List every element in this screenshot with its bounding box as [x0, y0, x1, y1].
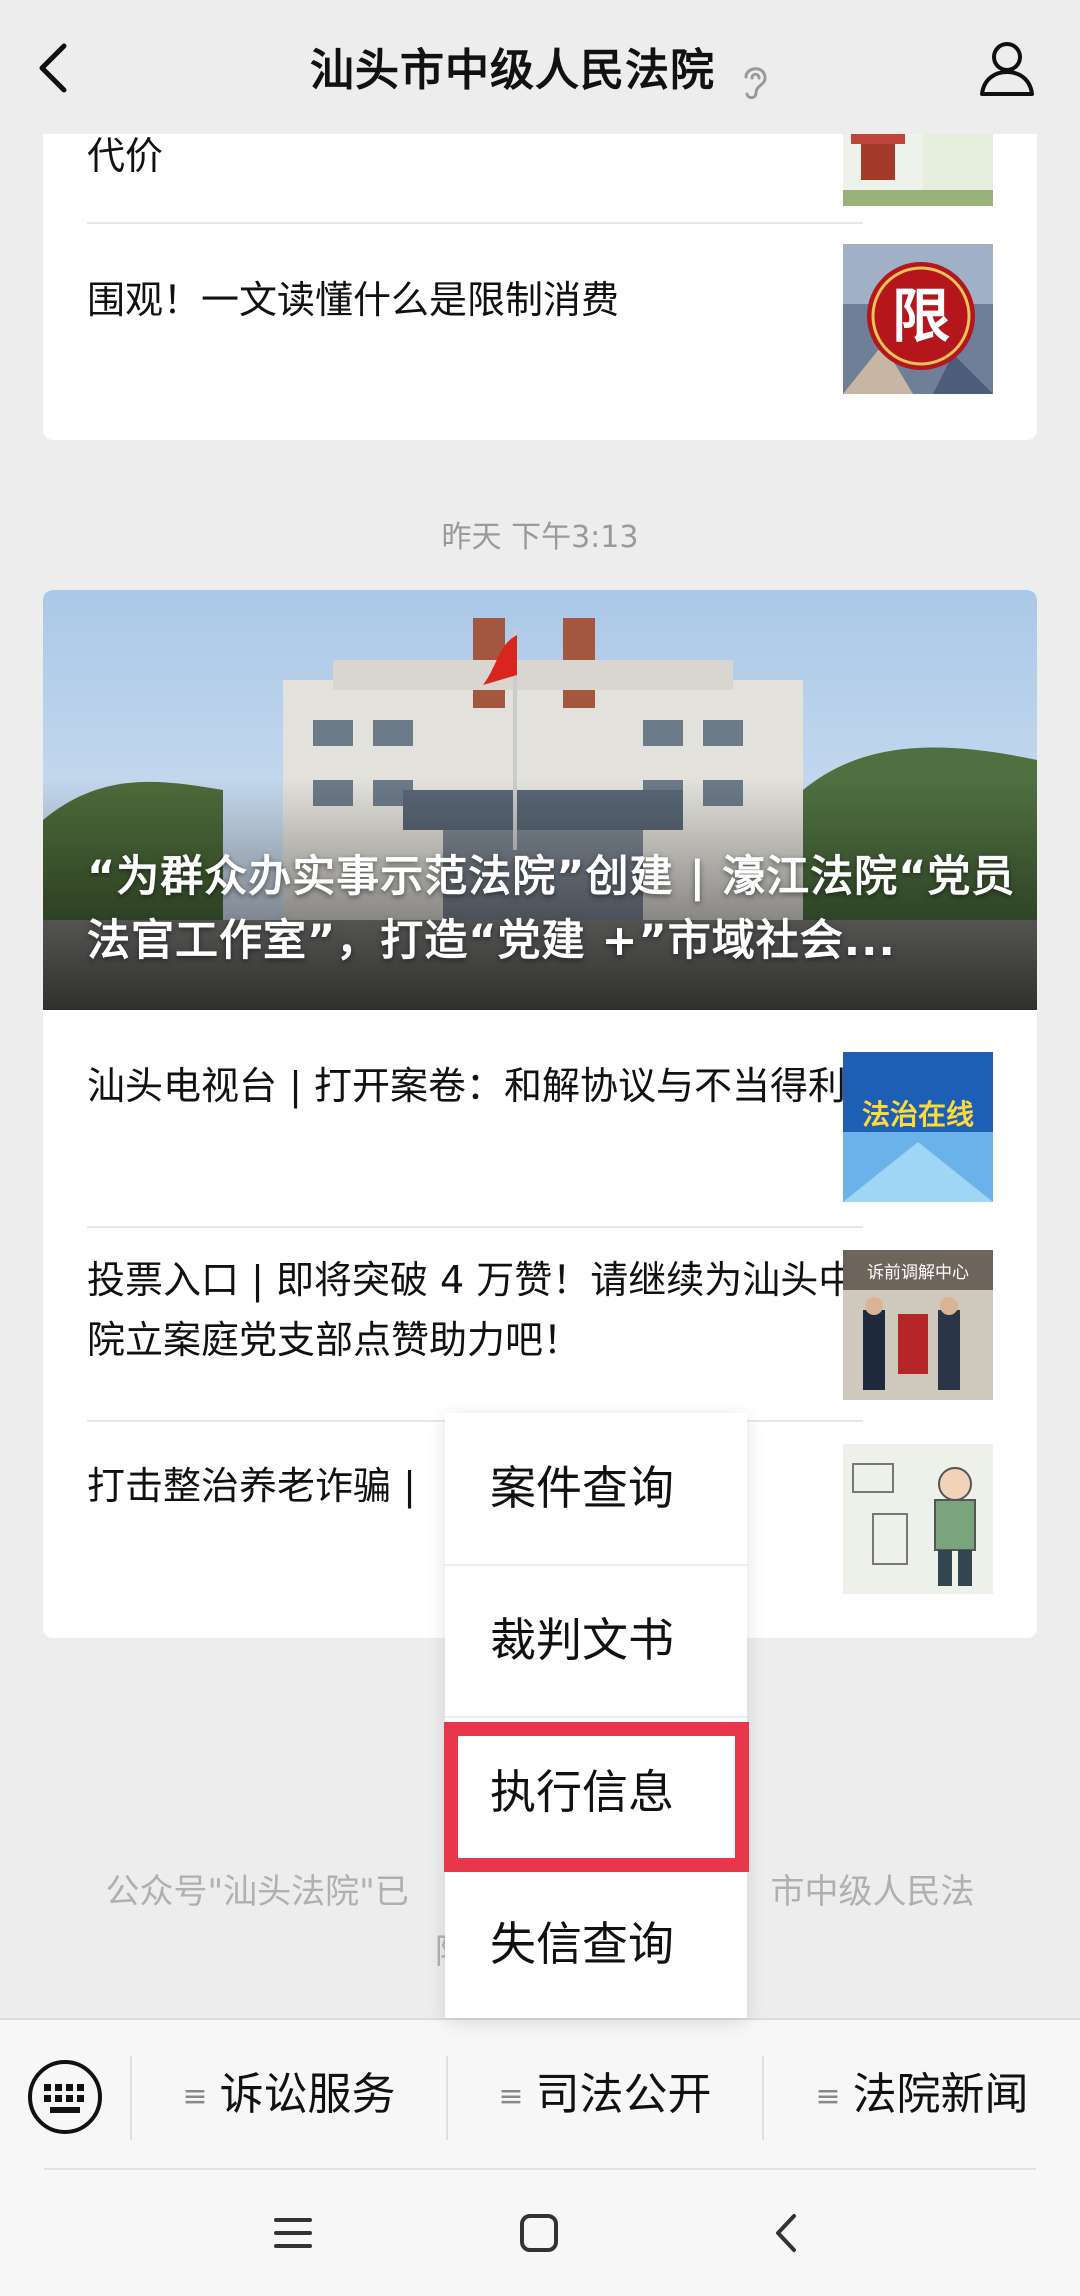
highlight-box	[444, 1722, 749, 1872]
thumbnail-text: 限	[892, 282, 950, 350]
menu-label: 诉讼服务	[219, 2069, 396, 2120]
divider	[87, 1226, 863, 1228]
menu-label: 司法公开	[535, 2069, 712, 2120]
page-title: 汕头市中级人民法院	[309, 45, 715, 96]
article-thumbnail[interactable]: 法治在线	[843, 1052, 993, 1202]
cover-image[interactable]: “为群众办实事示范法院”创建 | 濠江法院“党员法官工作室”，打造“党建 +”市…	[43, 590, 1037, 1010]
cover-title[interactable]: “为群众办实事示范法院”创建 | 濠江法院“党员法官工作室”，打造“党建 +”市…	[87, 845, 1027, 973]
divider	[87, 222, 863, 224]
menu-label: 法院新闻	[852, 2069, 1029, 2120]
menu-list-icon: ≡	[498, 2079, 524, 2114]
bottom-menu-bar: ≡ 诉讼服务 ≡ 司法公开 ≡ 法院新闻	[0, 2018, 1080, 2170]
menu-case-query[interactable]: 案件查询	[445, 1413, 747, 1563]
article-title[interactable]: 代价	[87, 126, 861, 186]
ear-icon	[744, 66, 767, 99]
menu-judicial-disclosure[interactable]: ≡ 司法公开	[448, 2020, 762, 2170]
keyboard-icon[interactable]	[26, 2058, 104, 2136]
menu-court-news[interactable]: ≡ 法院新闻	[764, 2020, 1080, 2170]
home-icon[interactable]	[514, 2208, 564, 2258]
article-title[interactable]: 围观！一文读懂什么是限制消费	[87, 270, 861, 330]
article-thumbnail[interactable]	[843, 1444, 993, 1594]
message-timestamp: 昨天 下午3:13	[441, 520, 639, 555]
article-title[interactable]: 投票入口 | 即将突破 4 万赞！请继续为汕头中院立案庭党支部点赞助力吧！	[87, 1250, 861, 1370]
recent-apps-icon[interactable]	[268, 2208, 318, 2258]
article-card-previous: 代价 围观！一文读懂什么是限制消费 限	[43, 110, 1037, 440]
back-nav-icon[interactable]	[762, 2208, 812, 2258]
submenu-popup: 案件查询 裁判文书 执行信息 失信查询	[445, 1413, 747, 2018]
menu-judgment-documents[interactable]: 裁判文书	[445, 1565, 747, 1715]
article-title[interactable]: 汕头电视台 | 打开案卷：和解协议与不当得利	[87, 1056, 861, 1116]
menu-list-icon: ≡	[182, 2079, 208, 2114]
article-thumbnail[interactable]: 诉前调解中心	[843, 1250, 993, 1400]
top-bar: 汕头市中级人民法院	[0, 0, 1080, 134]
article-thumbnail[interactable]: 限	[843, 244, 993, 394]
footer-note-right: 市中级人民法	[770, 1872, 975, 1912]
profile-icon[interactable]	[978, 38, 1036, 96]
menu-litigation-services[interactable]: ≡ 诉讼服务	[132, 2020, 446, 2170]
thumbnail-text: 法治在线	[862, 1098, 974, 1131]
system-nav-bar	[0, 2168, 1080, 2296]
footer-note-left: 公众号"汕头法院"已	[105, 1872, 409, 1912]
divider	[44, 2168, 1036, 2170]
thumbnail-text: 诉前调解中心	[867, 1263, 969, 1283]
menu-list-icon: ≡	[815, 2079, 841, 2114]
menu-dishonest-query[interactable]: 失信查询	[445, 1869, 747, 2019]
